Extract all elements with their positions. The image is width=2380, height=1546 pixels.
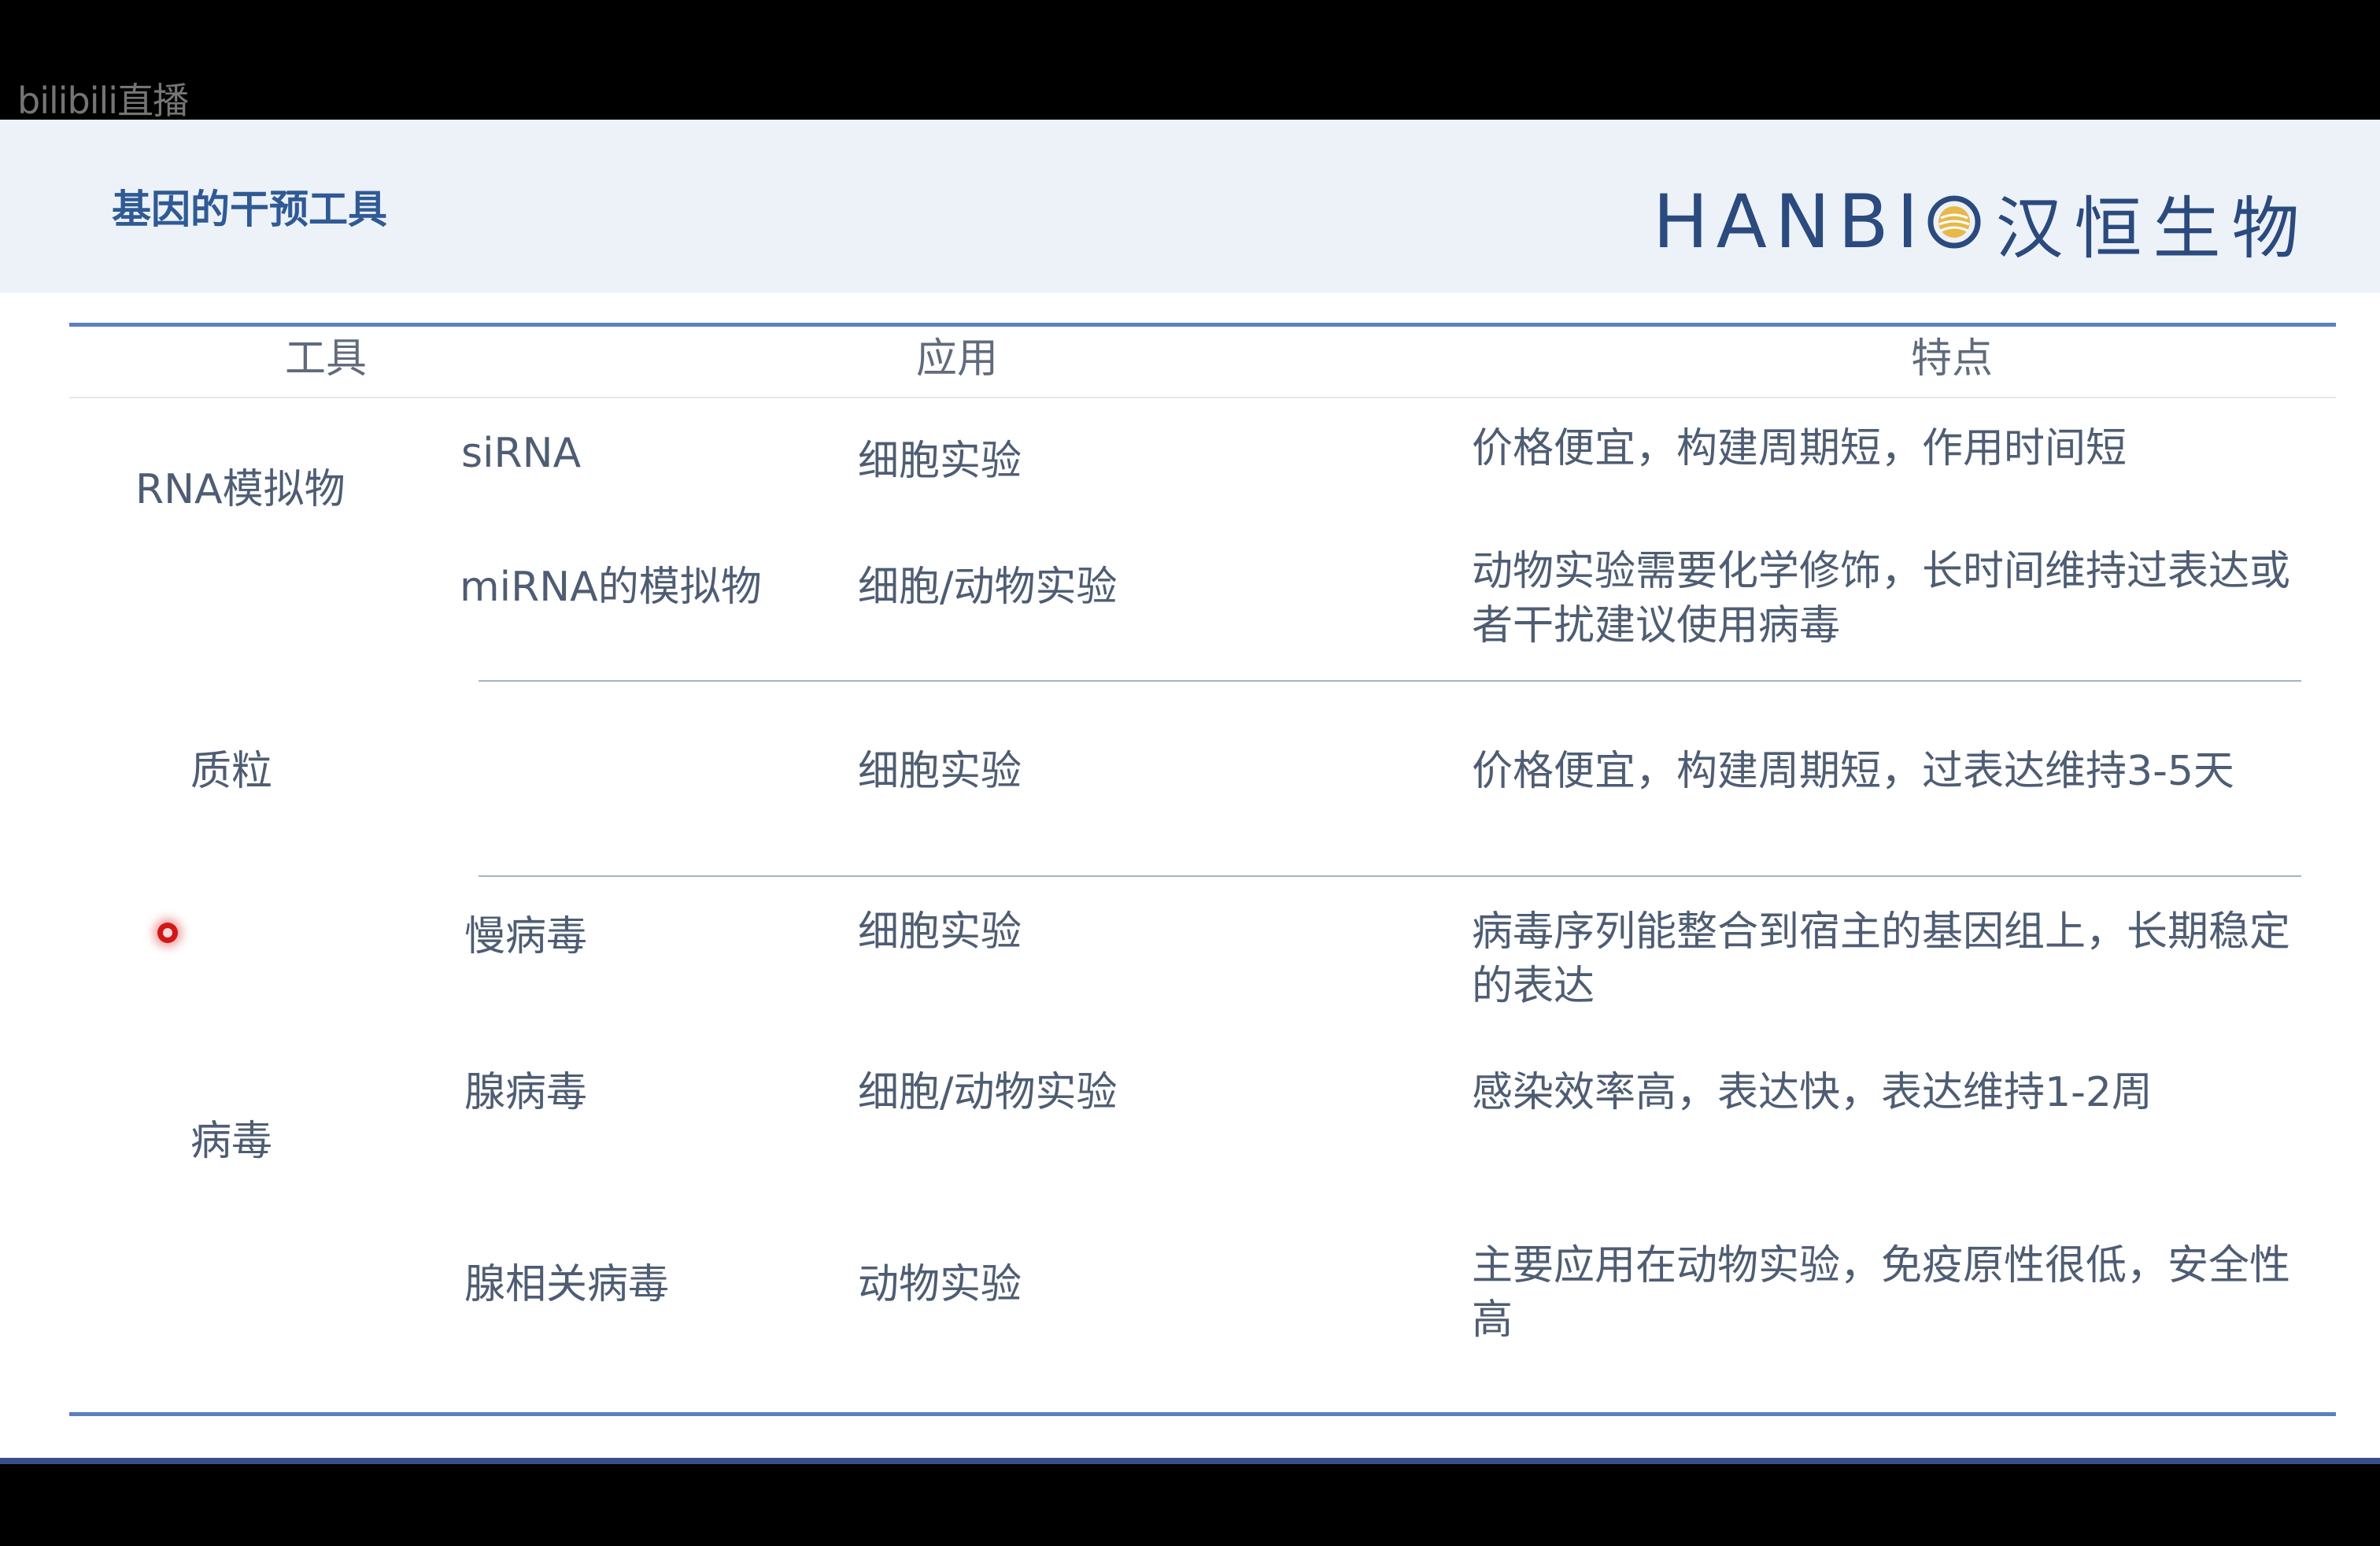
header-application: 应用 — [916, 335, 999, 383]
logo-chinese-name: 汉恒生物 — [1995, 189, 2311, 268]
row-app-aav: 动物实验 — [858, 1261, 1022, 1308]
hanbio-logo: HANBI 汉恒生物 — [1653, 175, 2311, 269]
group-divider — [479, 680, 2301, 682]
row-feature-adenovirus: 感染效率高，表达快，表达维持1-2周 — [1472, 1069, 2153, 1116]
row-app-plasmid: 细胞实验 — [858, 748, 1022, 795]
row-sub-sirna: siRNA — [461, 430, 582, 477]
row-feature-lentivirus: 病毒序列能整合到宿主的基因组上，长期稳定的表达 — [1472, 908, 2291, 1010]
group-name-plasmid: 质粒 — [190, 748, 273, 795]
presentation-slide: 基因的干预工具 HANBI 汉恒生物 工具 应用 特点 RNA模拟物 siRNA… — [0, 120, 2380, 1464]
table-top-rule — [69, 323, 2336, 327]
slide-title: 基因的干预工具 — [112, 187, 387, 232]
table-header-rule — [69, 397, 2336, 398]
row-app-mirna-mimic: 细胞/动物实验 — [858, 564, 1118, 611]
row-sub-mirna-mimic: miRNA的模拟物 — [460, 564, 762, 611]
row-app-adenovirus: 细胞/动物实验 — [858, 1069, 1118, 1116]
row-sub-lentivirus: 慢病毒 — [464, 913, 588, 960]
table-bottom-rule — [69, 1412, 2336, 1416]
logo-globe-icon — [1927, 195, 1981, 249]
header-feature: 特点 — [1911, 335, 1994, 383]
row-app-lentivirus: 细胞实验 — [858, 908, 1022, 956]
row-feature-aav: 主要应用在动物实验，免疫原性很低，安全性高 — [1472, 1242, 2291, 1344]
slide-bottom-bar — [0, 1458, 2380, 1464]
row-sub-adenovirus: 腺病毒 — [464, 1069, 588, 1116]
group-name-rna-mimic: RNA模拟物 — [135, 466, 346, 513]
row-app-sirna: 细胞实验 — [858, 438, 1022, 485]
row-feature-mirna-mimic: 动物实验需要化学修饰，长时间维持过表达或者干扰建议使用病毒 — [1472, 548, 2291, 649]
row-feature-sirna: 价格便宜，构建周期短，作用时间短 — [1472, 425, 2127, 472]
slide-header: 基因的干预工具 HANBI 汉恒生物 — [0, 120, 2380, 293]
bilibili-live-watermark: bilibili直播 — [17, 80, 189, 122]
logo-text: HANBI — [1653, 179, 1927, 265]
laser-pointer-icon — [157, 923, 178, 943]
group-divider — [479, 875, 2301, 877]
row-sub-aav: 腺相关病毒 — [464, 1261, 670, 1308]
row-feature-plasmid: 价格便宜，构建周期短，过表达维持3-5天 — [1472, 748, 2234, 795]
group-name-virus: 病毒 — [190, 1118, 273, 1165]
header-tool: 工具 — [285, 335, 368, 383]
